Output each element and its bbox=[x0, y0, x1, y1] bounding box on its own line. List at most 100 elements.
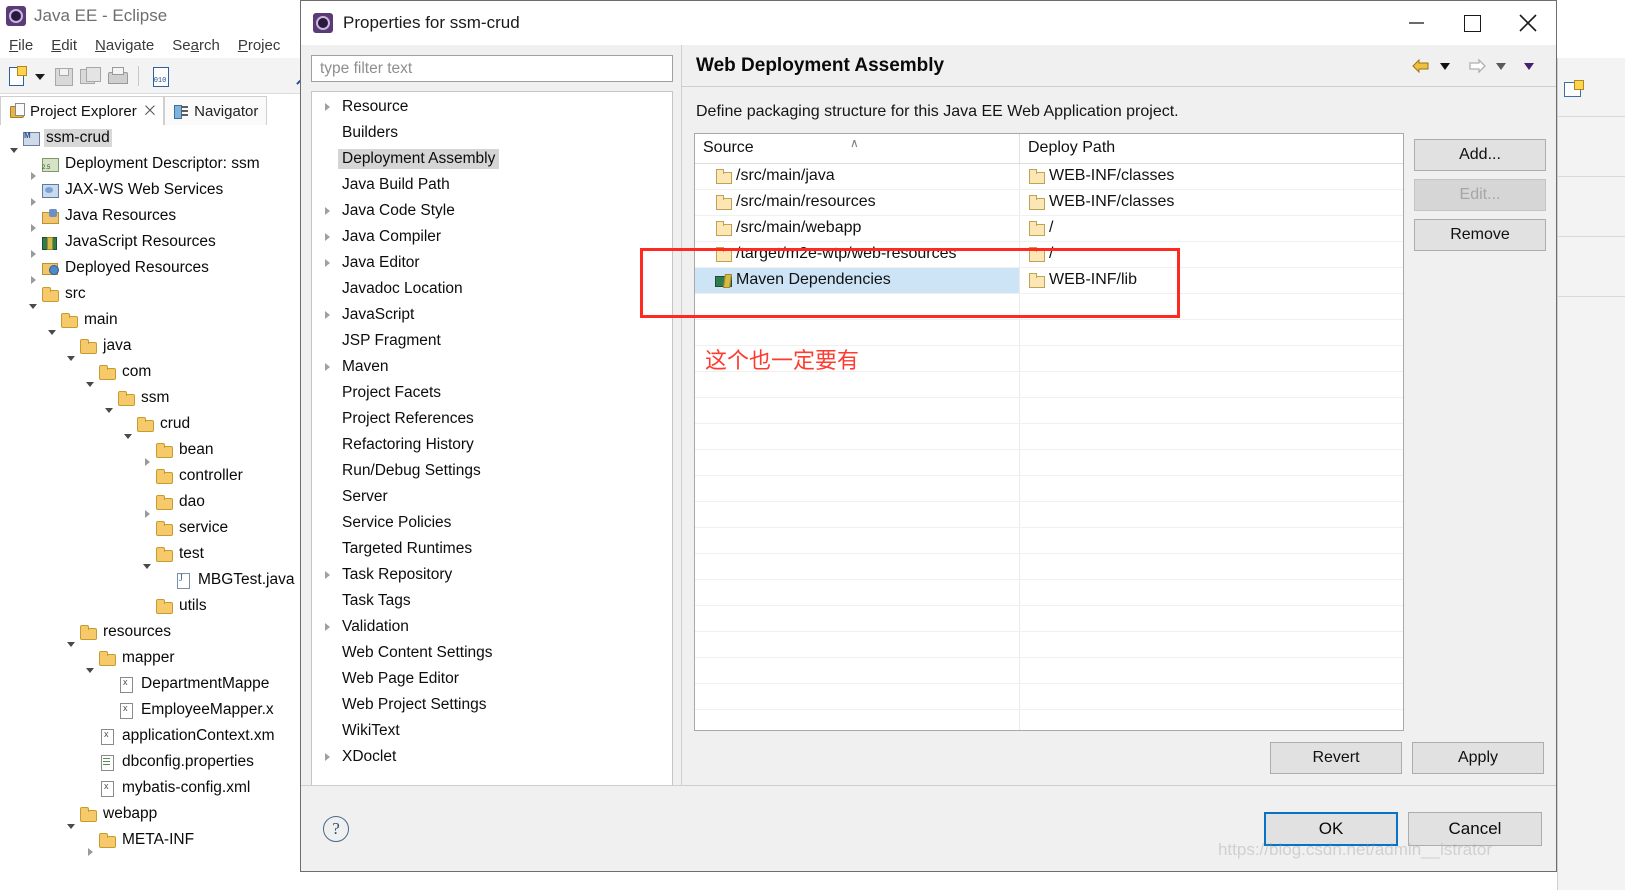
tree-item-jax-ws-web-services[interactable]: JAX-WS Web Services bbox=[0, 177, 300, 206]
new-wizard-icon[interactable] bbox=[1564, 80, 1584, 98]
pref-item-builders[interactable]: Builders bbox=[312, 120, 672, 146]
minimize-button[interactable] bbox=[1388, 1, 1444, 45]
table-body[interactable]: /src/main/java WEB-INF/classes/src/main/r… bbox=[695, 163, 1403, 730]
pref-item-validation[interactable]: Validation bbox=[312, 614, 672, 640]
remove-button[interactable]: Remove bbox=[1414, 219, 1546, 251]
pref-item-wikitext[interactable]: WikiText bbox=[312, 718, 672, 744]
help-question-icon[interactable]: ? bbox=[323, 815, 349, 842]
table-row[interactable]: /src/main/resources WEB-INF/classes bbox=[695, 189, 1403, 216]
save-all-icon[interactable] bbox=[79, 65, 101, 87]
pref-item-run-debug-settings[interactable]: Run/Debug Settings bbox=[312, 458, 672, 484]
cell-source[interactable]: Maven Dependencies bbox=[695, 267, 1020, 293]
tree-item-crud[interactable]: crud bbox=[0, 411, 300, 439]
page-nav-buttons[interactable] bbox=[1410, 55, 1556, 77]
binary-file-icon[interactable] bbox=[149, 65, 171, 87]
menu-dropdown-icon[interactable] bbox=[1522, 55, 1544, 77]
menu-navigate[interactable]: Navigate bbox=[86, 37, 163, 54]
tree-item-java-resources[interactable]: Java Resources bbox=[0, 203, 300, 232]
add-button[interactable]: Add... bbox=[1414, 139, 1546, 171]
assembly-side-buttons[interactable]: Add... Edit... Remove bbox=[1404, 133, 1546, 731]
pref-item-project-facets[interactable]: Project Facets bbox=[312, 380, 672, 406]
assembly-table[interactable]: Source ∧ Deploy Path /src/main/java WEB-I… bbox=[694, 133, 1404, 731]
expand-arrow-icon[interactable] bbox=[320, 94, 338, 120]
menu-edit[interactable]: Edit bbox=[42, 37, 86, 54]
tree-item-ssm[interactable]: ssm bbox=[0, 385, 300, 413]
filter-box[interactable] bbox=[311, 55, 673, 82]
pref-item-jsp-fragment[interactable]: JSP Fragment bbox=[312, 328, 672, 354]
save-icon[interactable] bbox=[52, 65, 74, 87]
tree-item-src[interactable]: src bbox=[0, 281, 300, 309]
pref-item-java-compiler[interactable]: Java Compiler bbox=[312, 224, 672, 250]
tree-item-controller[interactable]: controller bbox=[0, 463, 300, 489]
menu-search[interactable]: Search bbox=[163, 37, 229, 54]
pref-item-refactoring-history[interactable]: Refactoring History bbox=[312, 432, 672, 458]
column-header-deploy-path[interactable]: Deploy Path bbox=[1020, 134, 1403, 163]
maximize-button[interactable] bbox=[1444, 1, 1500, 45]
cell-source[interactable]: /target/m2e-wtp/web-resources bbox=[695, 241, 1020, 267]
filter-input[interactable] bbox=[318, 58, 666, 79]
dropdown-caret-icon[interactable] bbox=[33, 65, 47, 87]
forward-arrow-icon[interactable] bbox=[1466, 55, 1488, 77]
cell-deploy-path[interactable]: WEB-INF/classes bbox=[1020, 164, 1403, 189]
pref-item-project-references[interactable]: Project References bbox=[312, 406, 672, 432]
tree-item-mapper[interactable]: mapper bbox=[0, 645, 300, 673]
pref-item-javascript[interactable]: JavaScript bbox=[312, 302, 672, 328]
tree-item-test[interactable]: test bbox=[0, 541, 300, 569]
table-row[interactable]: /src/main/java WEB-INF/classes bbox=[695, 163, 1403, 190]
pref-item-service-policies[interactable]: Service Policies bbox=[312, 510, 672, 536]
close-button[interactable] bbox=[1500, 1, 1556, 45]
tree-item-utils[interactable]: utils bbox=[0, 593, 300, 619]
pref-item-web-page-editor[interactable]: Web Page Editor bbox=[312, 666, 672, 692]
pref-item-maven[interactable]: Maven bbox=[312, 354, 672, 380]
table-row[interactable]: Maven Dependencies WEB-INF/lib bbox=[695, 267, 1403, 294]
tab-project-explorer[interactable]: Project Explorer ⨉ bbox=[0, 96, 165, 125]
project-explorer-tree[interactable]: ssm-crud Deployment Descriptor: ssm JAX-WS… bbox=[0, 125, 300, 890]
pref-item-deployment-assembly[interactable]: Deployment Assembly bbox=[312, 146, 672, 172]
pref-item-java-build-path[interactable]: Java Build Path bbox=[312, 172, 672, 198]
pref-item-resource[interactable]: Resource bbox=[312, 94, 672, 120]
pref-item-xdoclet[interactable]: XDoclet bbox=[312, 744, 672, 770]
expand-arrow-icon[interactable] bbox=[320, 562, 338, 588]
expand-arrow-icon[interactable] bbox=[320, 354, 338, 380]
tree-item-employeemapper-x[interactable]: EmployeeMapper.x bbox=[0, 697, 300, 723]
cell-deploy-path[interactable]: / bbox=[1020, 216, 1403, 241]
expand-arrow-icon[interactable] bbox=[320, 224, 338, 250]
expand-arrow-icon[interactable] bbox=[320, 198, 338, 224]
pref-item-task-repository[interactable]: Task Repository bbox=[312, 562, 672, 588]
back-dropdown-icon[interactable] bbox=[1438, 55, 1460, 77]
table-header-row[interactable]: Source ∧ Deploy Path bbox=[695, 134, 1403, 164]
close-icon[interactable]: ⨉ bbox=[145, 103, 155, 119]
tree-item-departmentmappe[interactable]: DepartmentMappe bbox=[0, 671, 300, 697]
view-tab-bar[interactable]: Project Explorer ⨉ Navigator bbox=[0, 95, 300, 125]
tree-item-java[interactable]: java bbox=[0, 333, 300, 361]
pref-item-web-content-settings[interactable]: Web Content Settings bbox=[312, 640, 672, 666]
tree-item-main[interactable]: main bbox=[0, 307, 300, 335]
print-icon[interactable] bbox=[106, 65, 128, 87]
tree-item-webapp[interactable]: webapp bbox=[0, 801, 300, 829]
window-buttons[interactable] bbox=[1388, 1, 1556, 45]
cell-source[interactable]: /src/main/resources bbox=[695, 189, 1020, 215]
tree-item-dbconfig-properties[interactable]: dbconfig.properties bbox=[0, 749, 300, 775]
tree-item-mbgtest-java[interactable]: MBGTest.java bbox=[0, 567, 300, 593]
tree-item-meta-inf[interactable]: META-INF bbox=[0, 827, 300, 856]
expand-arrow-icon[interactable] bbox=[320, 614, 338, 640]
tree-item-resources[interactable]: resources bbox=[0, 619, 300, 647]
cell-deploy-path[interactable]: WEB-INF/classes bbox=[1020, 190, 1403, 215]
cell-deploy-path[interactable]: WEB-INF/lib bbox=[1020, 268, 1403, 293]
cell-deploy-path[interactable]: / bbox=[1020, 242, 1403, 267]
apply-button[interactable]: Apply bbox=[1412, 742, 1544, 774]
pref-item-task-tags[interactable]: Task Tags bbox=[312, 588, 672, 614]
tree-item-mybatis-config-xml[interactable]: mybatis-config.xml bbox=[0, 775, 300, 801]
tree-item-com[interactable]: com bbox=[0, 359, 300, 387]
tree-item-ssm-crud[interactable]: ssm-crud bbox=[0, 125, 300, 153]
table-row[interactable]: /src/main/webapp / bbox=[695, 215, 1403, 242]
tab-navigator[interactable]: Navigator bbox=[164, 96, 268, 125]
revert-button[interactable]: Revert bbox=[1270, 742, 1402, 774]
preferences-tree[interactable]: Resource Builders Deployment Assembly Java … bbox=[311, 91, 673, 785]
forward-dropdown-icon[interactable] bbox=[1494, 55, 1516, 77]
pref-item-web-project-settings[interactable]: Web Project Settings bbox=[312, 692, 672, 718]
tree-item-deployment-descriptor-ssm[interactable]: Deployment Descriptor: ssm bbox=[0, 151, 300, 180]
tree-item-service[interactable]: service bbox=[0, 515, 300, 541]
menu-file[interactable]: File bbox=[0, 37, 42, 54]
back-arrow-icon[interactable] bbox=[1410, 55, 1432, 77]
